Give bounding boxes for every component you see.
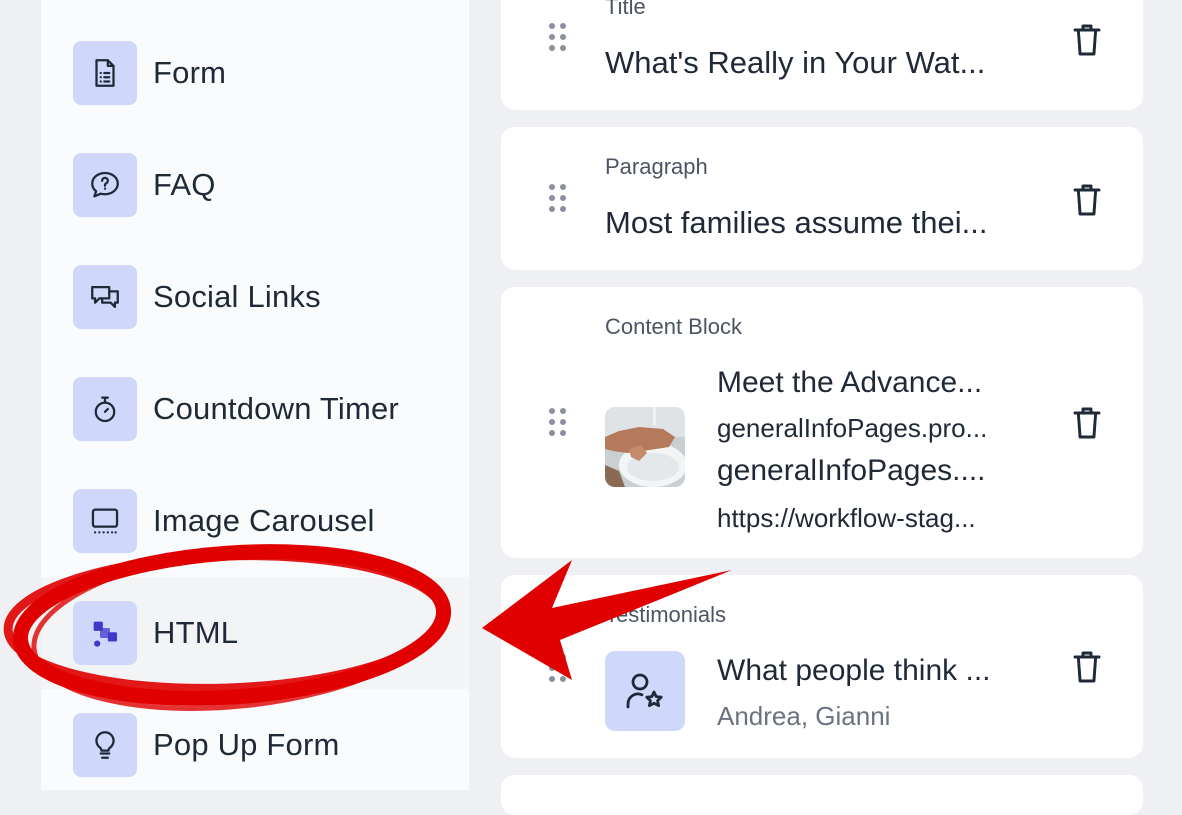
sidebar-item-pop-up-form[interactable]: Pop Up Form <box>41 689 469 801</box>
block-preview-text: Most families assume thei... <box>605 205 988 240</box>
trash-icon[interactable] <box>1071 22 1103 58</box>
sidebar-item-label: Countdown Timer <box>153 391 399 426</box>
sidebar-item-form[interactable]: Form <box>41 17 469 129</box>
drag-handle-icon[interactable] <box>549 23 569 57</box>
block-card-content-block[interactable]: Content Block Meet the Advance... genera… <box>501 287 1143 558</box>
block-type-label: Content Block <box>605 314 742 339</box>
sidebar-item-label: Image Carousel <box>153 503 375 538</box>
sidebar-item-html[interactable]: HTML <box>41 577 469 689</box>
sidebar-item-faq[interactable]: FAQ <box>41 129 469 241</box>
block-preview-text: What's Really in Your Wat... <box>605 45 986 80</box>
social-links-icon <box>73 265 137 329</box>
content-title-text: Meet the Advance... <box>717 366 983 399</box>
trash-icon[interactable] <box>1071 182 1103 218</box>
block-card-partial[interactable] <box>501 775 1143 815</box>
content-detail-text: generalInfoPages.... <box>717 454 986 487</box>
sidebar-item-label: Social Links <box>153 279 321 314</box>
lightbulb-icon <box>73 713 137 777</box>
testimonial-user-star-icon <box>605 651 685 731</box>
form-icon <box>73 41 137 105</box>
testimonial-authors-text: Andrea, Gianni <box>717 701 891 731</box>
sidebar-item-label: Pop Up Form <box>153 727 340 762</box>
block-card-paragraph[interactable]: Paragraph Most families assume thei... <box>501 127 1143 270</box>
drag-handle-icon[interactable] <box>549 184 569 218</box>
sidebar-item-label: FAQ <box>153 167 216 202</box>
testimonial-title-text: What people think ... <box>717 654 991 687</box>
sidebar-item-image-carousel[interactable]: Image Carousel <box>41 465 469 577</box>
content-detail-text: generalInfoPages.pro... <box>717 413 988 443</box>
trash-icon[interactable] <box>1071 649 1103 685</box>
content-url-text: https://workflow-stag... <box>717 503 976 533</box>
block-type-label: Title <box>605 0 646 19</box>
timer-icon <box>73 377 137 441</box>
sidebar-item-countdown-timer[interactable]: Countdown Timer <box>41 353 469 465</box>
block-card-title[interactable]: Title What's Really in Your Wat... <box>501 0 1143 110</box>
block-type-label: Testimonials <box>605 602 727 627</box>
drag-handle-icon[interactable] <box>549 654 569 688</box>
drag-handle-icon[interactable] <box>549 408 569 442</box>
trash-icon[interactable] <box>1071 405 1103 441</box>
sidebar-item-social-links[interactable]: Social Links <box>41 241 469 353</box>
sidebar-item-label: HTML <box>153 615 239 650</box>
html-icon <box>73 601 137 665</box>
block-type-label: Paragraph <box>605 154 708 179</box>
carousel-icon <box>73 489 137 553</box>
sidebar-item-label: Form <box>153 55 227 90</box>
block-library-panel: Form FAQ Social Links Countdown Timer Im… <box>41 0 469 790</box>
content-thumbnail-image <box>605 407 685 487</box>
block-card-testimonials[interactable]: Testimonials What people think ... Andre… <box>501 575 1143 758</box>
faq-icon <box>73 153 137 217</box>
